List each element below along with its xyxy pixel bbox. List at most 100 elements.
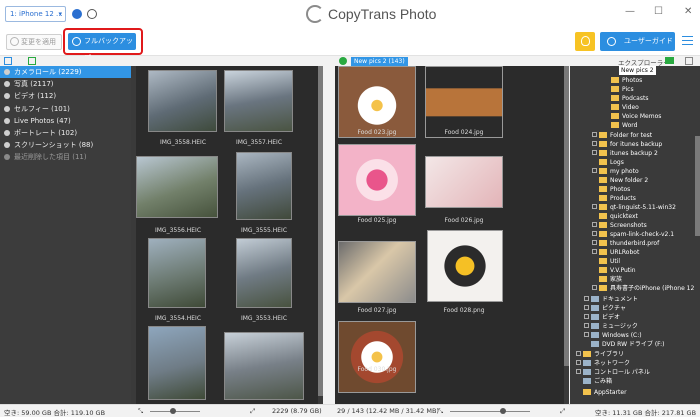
photo-thumbnail[interactable]	[236, 152, 292, 220]
apply-changes-button[interactable]: 変更を適用	[6, 34, 62, 50]
tree-item[interactable]: thunderbird.prof	[592, 239, 659, 248]
tree-item[interactable]: Screenshots	[592, 221, 647, 230]
maximize-icon[interactable]: ☐	[654, 6, 663, 17]
add-photos-icon[interactable]	[339, 57, 347, 65]
camera-icon	[4, 69, 10, 75]
folder-icon	[599, 150, 607, 156]
zoom-in-icon[interactable]: ⤢	[250, 407, 255, 416]
tree-item[interactable]: spam-link-check-v2.1	[592, 230, 674, 239]
explorer-scrollbar[interactable]	[695, 66, 700, 404]
photo-thumbnail[interactable]	[427, 230, 503, 302]
add-album-icon[interactable]	[28, 57, 36, 65]
tree-item[interactable]: for itunes backup	[592, 140, 662, 149]
photo-thumbnail[interactable]	[425, 156, 503, 208]
sidebar-item-camera-roll[interactable]: カメラロール (2229)	[0, 66, 131, 79]
tips-bulb-icon[interactable]	[575, 32, 595, 51]
tree-item[interactable]: New folder 2	[599, 176, 648, 185]
user-guide-button[interactable]: ユーザーガイド	[600, 32, 675, 51]
tree-item[interactable]: Video	[611, 103, 639, 112]
tree-item[interactable]: ごみ箱	[583, 377, 612, 386]
tree-item[interactable]: V.V.Putin	[599, 266, 636, 275]
tree-item[interactable]: Photos	[599, 185, 630, 194]
tree-item[interactable]: ネットワーク	[576, 359, 630, 368]
gallery-scrollbar[interactable]	[318, 66, 323, 404]
sidebar-item-screenshots[interactable]: スクリーンショット (88)	[0, 139, 131, 151]
folder-icon	[599, 222, 607, 228]
photo-thumbnail[interactable]	[338, 66, 416, 138]
minimize-icon[interactable]: —	[625, 6, 635, 17]
eject-icon[interactable]	[72, 9, 82, 19]
tree-item[interactable]: ミュージック	[584, 322, 638, 331]
collapse-icon[interactable]	[4, 57, 12, 65]
menu-icon[interactable]	[682, 36, 693, 45]
collapse-icon[interactable]	[685, 57, 693, 65]
tree-item[interactable]: ビデオ	[584, 313, 620, 322]
sidebar-item-live-photos[interactable]: Live Photos (47)	[0, 115, 131, 127]
tree-item[interactable]: Products	[599, 194, 636, 203]
photo-thumbnail[interactable]	[136, 156, 218, 218]
folder-icon	[599, 141, 607, 147]
zoom-in-icon[interactable]: ⤢	[560, 407, 565, 416]
folder-icon	[611, 95, 619, 101]
tree-item[interactable]: DVD RW ドライブ (F:)	[591, 340, 665, 349]
full-backup-button[interactable]: フルバックアップ	[68, 33, 136, 62]
sidebar-item-selfies[interactable]: セルフィー (101)	[0, 103, 131, 115]
photo-thumbnail[interactable]	[338, 144, 416, 216]
folder-icon	[611, 122, 619, 128]
zoom-out-icon[interactable]: ⤡	[138, 407, 143, 416]
photo-thumbnail[interactable]	[148, 238, 206, 308]
tree-item[interactable]: AppStarter	[583, 388, 627, 397]
photo-thumbnail[interactable]	[148, 70, 217, 132]
sidebar-item-photos[interactable]: 写真 (2117)	[0, 78, 131, 90]
tree-item[interactable]: Photos	[611, 76, 642, 85]
tree-item[interactable]: 家族	[599, 275, 622, 284]
album-tab[interactable]: New pics 2 (143)	[351, 57, 408, 66]
lifebuoy-icon	[607, 37, 616, 46]
photo-thumbnail[interactable]	[338, 241, 416, 303]
tree-item[interactable]: ライブラリ	[576, 350, 624, 359]
zoom-out-icon[interactable]: ⤡	[438, 407, 443, 416]
close-icon[interactable]: ✕	[684, 6, 692, 17]
tree-item[interactable]: my photo	[592, 167, 639, 176]
device-select[interactable]: 1: iPhone 12 ... ▾	[5, 6, 66, 22]
tree-item[interactable]: URLRobot	[592, 248, 639, 257]
tree-item[interactable]: Util	[599, 257, 620, 266]
app-logo-icon	[306, 5, 324, 23]
sidebar-item-recently-deleted[interactable]: 最近削除した項目 (11)	[0, 151, 131, 163]
app-title: CopyTrans Photo	[328, 6, 437, 22]
photo-thumbnail[interactable]	[338, 321, 416, 393]
status-bar: 空き: 59.00 GB 合計: 119.10 GB ⤡ ⤢ 2229 (8.7…	[0, 404, 700, 417]
tree-item-selected[interactable]: New pics 2	[619, 66, 656, 75]
folder-icon	[583, 389, 591, 395]
album-zoom-knob[interactable]	[500, 408, 506, 414]
gallery-zoom-knob[interactable]	[170, 408, 176, 414]
album-scrollbar[interactable]	[564, 66, 569, 404]
photo-thumbnail[interactable]	[148, 326, 206, 400]
tree-item[interactable]: Pics	[611, 85, 634, 94]
photo-thumbnail[interactable]	[224, 332, 304, 400]
tree-item[interactable]: コントロール パネル	[576, 368, 650, 377]
tree-item[interactable]: ピクチャ	[584, 304, 626, 313]
folder-icon	[611, 86, 619, 92]
tree-item[interactable]: Word	[611, 121, 637, 130]
photo-thumbnail[interactable]	[224, 70, 293, 132]
album-zoom-slider[interactable]	[450, 411, 530, 412]
tree-item[interactable]: Podcasts	[611, 94, 648, 103]
new-folder-icon[interactable]	[665, 57, 674, 64]
folder-icon	[599, 195, 607, 201]
tree-item[interactable]: Voice Memos	[611, 112, 661, 121]
tree-item[interactable]: Folder for test	[592, 131, 652, 140]
sidebar-item-videos[interactable]: ビデオ (112)	[0, 90, 131, 102]
tree-item[interactable]: ドキュメント	[584, 295, 638, 304]
tree-item[interactable]: Windows (C:)	[584, 331, 642, 340]
tree-item[interactable]: itunes backup 2	[592, 149, 658, 158]
photo-thumbnail[interactable]	[425, 66, 503, 138]
tree-item[interactable]: qt-linguist-5.11-win32	[592, 203, 676, 212]
sidebar-item-portrait[interactable]: ポートレート (102)	[0, 127, 131, 139]
tree-item[interactable]: quicktext	[599, 212, 638, 221]
tree-item[interactable]: Logs	[599, 158, 624, 167]
refresh-icon[interactable]	[87, 9, 97, 19]
tree-item[interactable]: 具寿書子のiPhone (iPhone 12	[592, 284, 694, 293]
photo-thumbnail[interactable]	[236, 238, 292, 308]
control-panel-icon	[583, 369, 591, 375]
